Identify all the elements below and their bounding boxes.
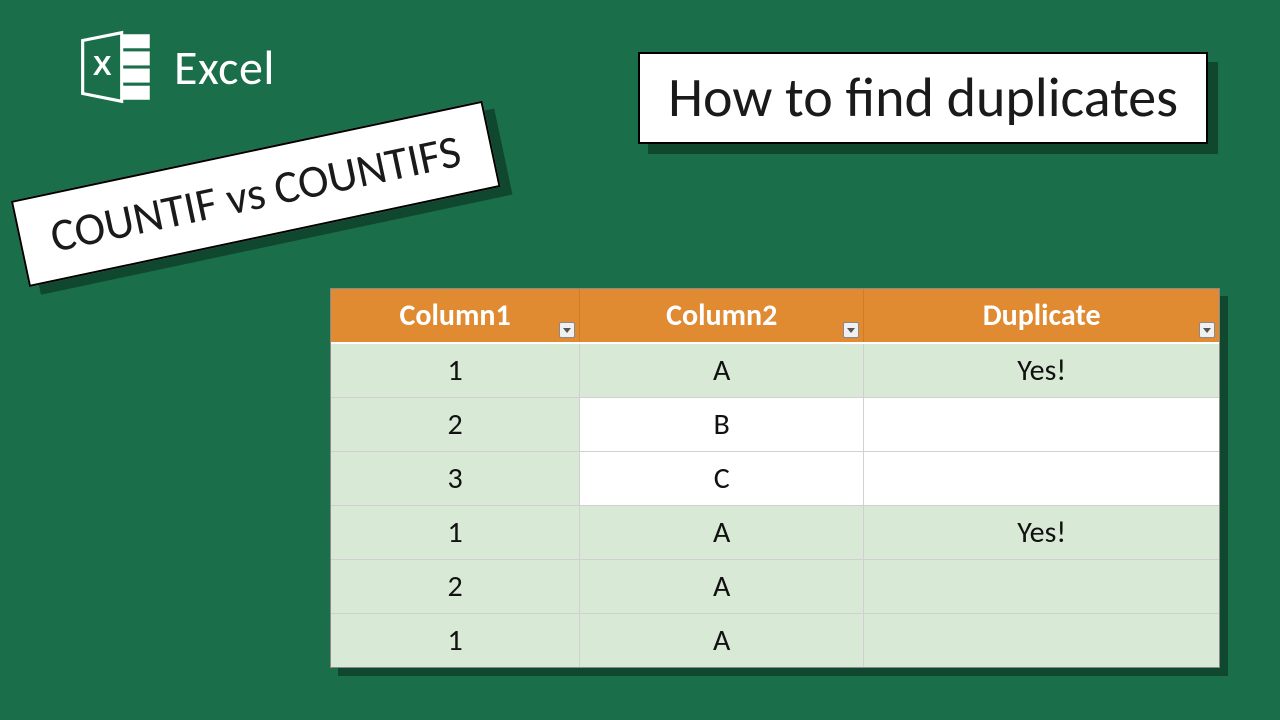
filter-icon[interactable]: [1199, 322, 1215, 338]
cell-col3[interactable]: [864, 452, 1219, 506]
cell-col1[interactable]: 2: [331, 398, 580, 452]
cell-col1[interactable]: 1: [331, 614, 580, 668]
cell-col1[interactable]: 3: [331, 452, 580, 506]
table-header-row: Column1 Column2 Duplicate: [331, 289, 1219, 343]
cell-col3[interactable]: [864, 560, 1219, 614]
cell-col3[interactable]: [864, 398, 1219, 452]
table-row: 3C: [331, 452, 1219, 506]
cell-col3[interactable]: Yes!: [864, 506, 1219, 560]
header-col2-label: Column2: [666, 297, 777, 334]
header-col1[interactable]: Column1: [331, 289, 580, 343]
cell-col2[interactable]: C: [580, 452, 864, 506]
app-name-label: Excel: [174, 38, 275, 97]
excel-logo: X Excel: [78, 28, 275, 106]
table-row: 1A: [331, 614, 1219, 668]
title-text: How to find duplicates: [668, 64, 1178, 132]
cell-col1[interactable]: 1: [331, 343, 580, 398]
filter-icon[interactable]: [559, 322, 575, 338]
table-row: 2A: [331, 560, 1219, 614]
table-row: 1AYes!: [331, 506, 1219, 560]
cell-col1[interactable]: 1: [331, 506, 580, 560]
filter-icon[interactable]: [843, 322, 859, 338]
cell-col2[interactable]: B: [580, 398, 864, 452]
svg-text:X: X: [93, 50, 112, 81]
header-col3-label: Duplicate: [983, 297, 1101, 334]
subtitle-banner: COUNTIF vs COUNTIFS: [11, 101, 500, 287]
header-col2[interactable]: Column2: [580, 289, 864, 343]
cell-col2[interactable]: A: [580, 343, 864, 398]
excel-icon: X: [78, 28, 156, 106]
cell-col2[interactable]: A: [580, 614, 864, 668]
header-col3[interactable]: Duplicate: [864, 289, 1219, 343]
cell-col3[interactable]: [864, 614, 1219, 668]
title-banner: How to find duplicates: [638, 52, 1208, 144]
table-row: 2B: [331, 398, 1219, 452]
table-row: 1AYes!: [331, 343, 1219, 398]
cell-col1[interactable]: 2: [331, 560, 580, 614]
subtitle-text: COUNTIF vs COUNTIFS: [45, 123, 465, 265]
data-table: Column1 Column2 Duplicate 1AYes!2B3C1AYe…: [330, 288, 1220, 668]
cell-col2[interactable]: A: [580, 506, 864, 560]
cell-col2[interactable]: A: [580, 560, 864, 614]
cell-col3[interactable]: Yes!: [864, 343, 1219, 398]
header-col1-label: Column1: [399, 297, 510, 334]
